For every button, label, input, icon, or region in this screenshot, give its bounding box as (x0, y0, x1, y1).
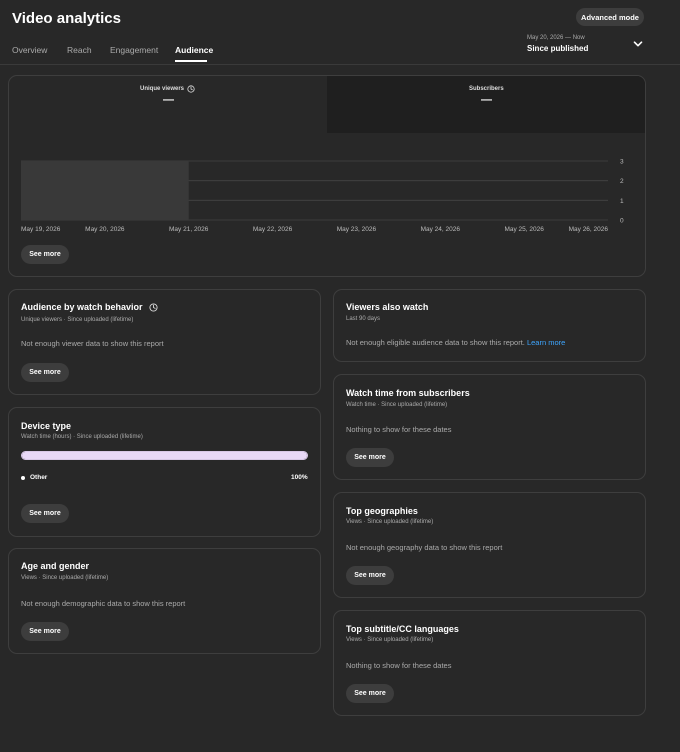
x-tick-label: May 19, 2026 (21, 226, 61, 233)
watch-time-subscribers-title: Watch time from subscribers (346, 388, 470, 398)
viewers-also-watch-subtitle: Last 90 days (346, 316, 381, 322)
age-gender-message: Not enough demographic data to show this… (21, 599, 186, 608)
chart-y-ticks: 0 1 2 3 (620, 159, 624, 225)
top-geographies-title: Top geographies (346, 506, 418, 516)
top-geographies-message: Not enough geography data to show this r… (346, 543, 503, 552)
learn-more-link[interactable]: Learn more (527, 338, 565, 347)
y-tick-label: 1 (620, 198, 624, 205)
device-type-progress-fill (22, 452, 307, 459)
age-gender-title: Age and gender (21, 561, 90, 571)
viewers-also-watch-card (333, 289, 646, 362)
y-tick-label: 0 (620, 218, 624, 225)
clock-icon (148, 302, 158, 312)
x-tick-label: May 23, 2026 (337, 226, 377, 233)
age-gender-see-more-button[interactable]: See more (21, 622, 69, 641)
device-type-legend-label: Other (30, 474, 48, 481)
y-tick-label: 2 (620, 178, 624, 185)
watch-time-subscribers-see-more-button[interactable]: See more (346, 448, 394, 467)
advanced-mode-button[interactable]: Advanced mode (576, 8, 644, 26)
watch-behavior-see-more-button[interactable]: See more (21, 363, 69, 382)
top-geographies-subtitle: Views · Since uploaded (lifetime) (346, 519, 434, 525)
device-type-see-more-button[interactable]: See more (21, 504, 69, 523)
x-tick-label: May 22, 2026 (253, 226, 293, 233)
x-tick-label: May 21, 2026 (169, 226, 209, 233)
chart-x-ticks: May 19, 2026 May 20, 2026 May 21, 2026 May … (21, 226, 608, 233)
viewers-also-watch-title: Viewers also watch (346, 302, 429, 312)
date-range: May 20, 2026 — Now (527, 35, 585, 41)
x-tick-label: May 24, 2026 (421, 226, 461, 233)
x-tick-label: May 26, 2026 (569, 226, 609, 233)
top-subtitle-languages-title: Top subtitle/CC languages (346, 624, 459, 634)
active-tab-indicator (175, 60, 207, 62)
watch-behavior-message: Not enough viewer data to show this repo… (21, 339, 164, 348)
y-tick-label: 3 (620, 159, 624, 166)
legend-dot (21, 476, 25, 480)
chevron-down-icon[interactable] (632, 38, 644, 50)
watch-behavior-title: Audience by watch behavior (21, 302, 143, 312)
header-divider (0, 64, 680, 65)
chart-see-more-button[interactable]: See more (21, 245, 69, 264)
tab-audience[interactable]: Audience (175, 45, 213, 55)
page-title: Video analytics (12, 10, 121, 27)
device-type-title: Device type (21, 421, 72, 431)
chart-highlight (21, 161, 189, 220)
watch-behavior-header: Audience by watch behavior (21, 302, 158, 312)
tab-overview[interactable]: Overview (12, 45, 47, 55)
device-type-subtitle: Watch time (hours) · Since uploaded (lif… (21, 434, 143, 440)
device-type-progress-bar (21, 451, 308, 460)
device-type-legend-value: 100% (291, 474, 308, 481)
chart-highlight-band (21, 161, 189, 220)
viewers-also-watch-message: Not enough eligible audience data to sho… (346, 338, 525, 347)
x-tick-label: May 20, 2026 (85, 226, 125, 233)
tab-reach[interactable]: Reach (67, 45, 92, 55)
audience-chart: 0 1 2 3 May 19, 2026 May 20, 2026 May 21, 202… (21, 159, 624, 233)
watch-time-subscribers-subtitle: Watch time · Since uploaded (lifetime) (346, 402, 448, 408)
viewers-also-watch-message-row: Not enough eligible audience data to sho… (346, 338, 565, 347)
x-tick-label: May 25, 2026 (504, 226, 544, 233)
top-subtitle-languages-subtitle: Views · Since uploaded (lifetime) (346, 637, 434, 643)
watch-behavior-subtitle: Unique viewers · Since uploaded (lifetim… (21, 317, 134, 323)
date-selector-label[interactable]: Since published (527, 44, 588, 53)
top-subtitle-languages-see-more-button[interactable]: See more (346, 684, 394, 703)
watch-time-subscribers-message: Nothing to show for these dates (346, 425, 452, 434)
age-gender-subtitle: Views · Since uploaded (lifetime) (21, 575, 109, 581)
tab-engagement[interactable]: Engagement (110, 45, 158, 55)
top-geographies-see-more-button[interactable]: See more (346, 566, 394, 585)
top-subtitle-languages-message: Nothing to show for these dates (346, 661, 452, 670)
